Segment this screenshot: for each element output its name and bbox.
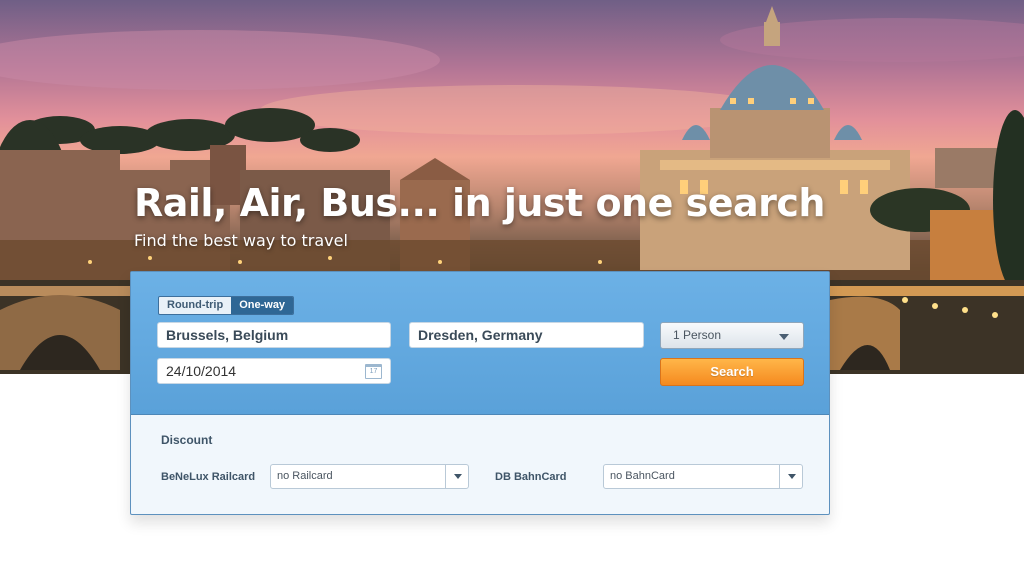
date-input[interactable]: 24/10/2014 17: [157, 358, 391, 384]
chevron-down-icon: [779, 334, 789, 340]
trip-type-toggle: Round-trip One-way: [158, 296, 295, 315]
benelux-railcard-select[interactable]: no Railcard: [270, 464, 469, 489]
search-button[interactable]: Search: [660, 358, 804, 386]
hero-subheadline: Find the best way to travel: [134, 231, 348, 250]
chevron-down-icon: [788, 474, 796, 479]
search-form: Round-trip One-way Brussels, Belgium Dre…: [131, 272, 829, 415]
db-bahncard-select[interactable]: no BahnCard: [603, 464, 803, 489]
date-value: 24/10/2014: [166, 363, 237, 379]
passenger-select[interactable]: 1 Person: [660, 322, 804, 349]
passenger-value: 1 Person: [673, 328, 722, 342]
benelux-railcard-value: no Railcard: [277, 470, 333, 482]
discount-title: Discount: [161, 433, 213, 447]
benelux-railcard-label: BeNeLux Railcard: [161, 471, 256, 483]
hero-headline: Rail, Air, Bus... in just one search: [134, 181, 825, 225]
db-bahncard-value: no BahnCard: [610, 470, 675, 482]
destination-input[interactable]: Dresden, Germany: [409, 322, 644, 348]
round-trip-option[interactable]: Round-trip: [159, 297, 232, 314]
search-panel: Round-trip One-way Brussels, Belgium Dre…: [130, 271, 830, 515]
one-way-option[interactable]: One-way: [231, 297, 294, 314]
origin-input[interactable]: Brussels, Belgium: [157, 322, 391, 348]
chevron-down-icon: [454, 474, 462, 479]
select-divider: [779, 465, 780, 488]
calendar-icon[interactable]: 17: [365, 364, 382, 379]
db-bahncard-label: DB BahnCard: [495, 471, 567, 483]
select-divider: [445, 465, 446, 488]
